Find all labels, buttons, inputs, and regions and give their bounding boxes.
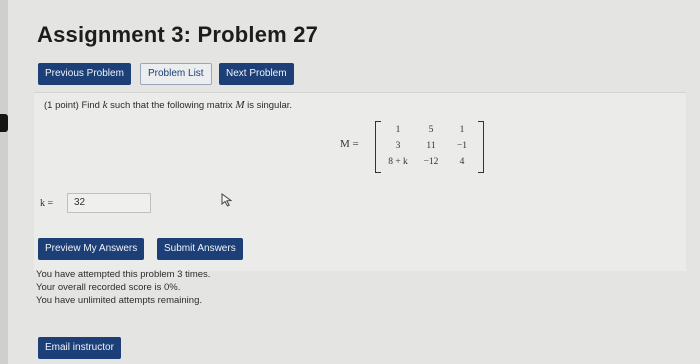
prompt-prefix: (1 point) Find: [44, 100, 100, 111]
submit-answers-button[interactable]: Submit Answers: [157, 238, 243, 260]
attempt-status: You have attempted this problem 3 times.…: [36, 268, 210, 307]
remaining-text: You have unlimited attempts remaining.: [36, 295, 202, 306]
matrix-cell: 1: [459, 125, 465, 135]
score-text: Your overall recorded score is 0%.: [36, 282, 181, 293]
matrix-cell: 8 + k: [388, 157, 408, 167]
problem-prompt: (1 point) Find k such that the following…: [44, 99, 292, 111]
matrix-cell: 3: [395, 141, 401, 151]
matrix-cell: 1: [395, 125, 401, 135]
matrix-label: M =: [340, 138, 359, 150]
matrix-right-bracket: [478, 121, 484, 173]
matrix-cell: 5: [428, 125, 434, 135]
screen-edge-mark: [0, 114, 8, 132]
matrix-cell: −1: [456, 141, 468, 151]
attempts-text: You have attempted this problem 3 times.: [36, 269, 211, 280]
mouse-pointer-icon: [221, 193, 233, 212]
next-problem-button[interactable]: Next Problem: [219, 63, 294, 85]
problem-list-button[interactable]: Problem List: [140, 63, 212, 85]
matrix-cell: 11: [426, 141, 436, 151]
answer-input[interactable]: 32: [67, 193, 151, 213]
preview-answers-button[interactable]: Preview My Answers: [38, 238, 145, 260]
prompt-suffix: is singular.: [247, 100, 293, 111]
prompt-middle: such that the following matrix: [110, 100, 233, 111]
matrix-cell: 4: [459, 157, 465, 167]
previous-problem-button[interactable]: Previous Problem: [38, 63, 131, 85]
matrix-cell: −12: [423, 157, 439, 167]
answer-label: k =: [40, 198, 54, 209]
prompt-variable: k: [102, 99, 108, 111]
email-instructor-button[interactable]: Email instructor: [38, 337, 121, 359]
screen-edge-shadow: [0, 0, 8, 364]
page-title: Assignment 3: Problem 27: [37, 22, 319, 47]
prompt-matrix-name: M: [235, 99, 245, 111]
